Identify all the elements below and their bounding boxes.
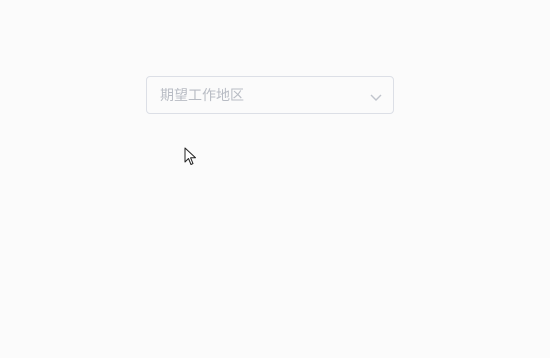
work-region-select[interactable]: 期望工作地区 [146, 76, 394, 114]
chevron-down-icon[interactable] [369, 89, 383, 103]
work-region-placeholder: 期望工作地区 [160, 88, 244, 104]
mouse-pointer-icon [184, 147, 197, 166]
